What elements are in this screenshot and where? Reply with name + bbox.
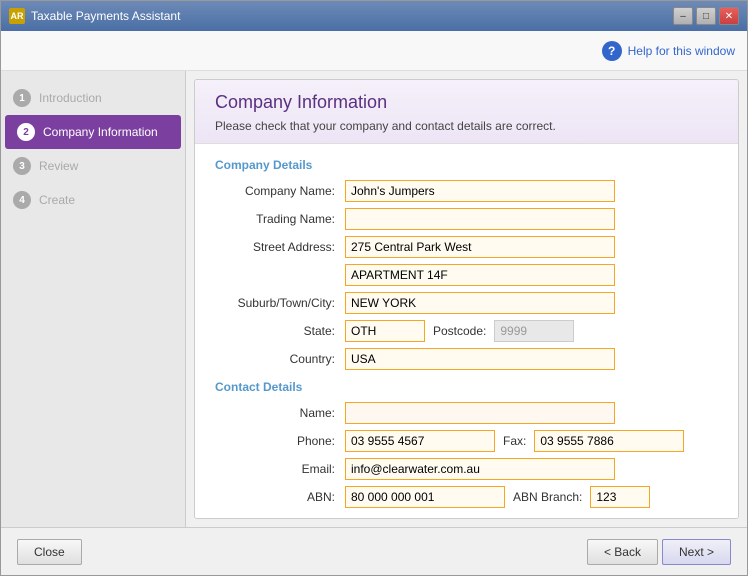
- close-button[interactable]: Close: [17, 539, 82, 565]
- suburb-label: Suburb/Town/City:: [215, 296, 345, 310]
- abn-input[interactable]: [345, 486, 505, 508]
- sidebar-item-introduction[interactable]: 1 Introduction: [1, 81, 185, 115]
- sidebar-item-company-information[interactable]: 2 Company Information: [5, 115, 181, 149]
- footer: Close < Back Next >: [1, 527, 747, 575]
- email-label: Email:: [215, 462, 345, 476]
- help-button[interactable]: ? Help for this window: [602, 41, 735, 61]
- company-name-input[interactable]: [345, 180, 615, 202]
- sidebar: 1 Introduction 2 Company Information 3 R…: [1, 71, 186, 527]
- postcode-input[interactable]: [494, 320, 574, 342]
- contact-name-row: Name:: [215, 402, 718, 424]
- trading-name-input[interactable]: [345, 208, 615, 230]
- content-header: Company Information Please check that yo…: [195, 80, 738, 144]
- content-subtitle: Please check that your company and conta…: [215, 119, 718, 133]
- state-postcode-row: State: Postcode:: [215, 320, 718, 342]
- sidebar-item-review[interactable]: 3 Review: [1, 149, 185, 183]
- street-address2-input[interactable]: [345, 264, 615, 286]
- company-section-label: Company Details: [215, 158, 718, 172]
- phone-fax-group: Fax:: [345, 430, 684, 452]
- fax-input[interactable]: [534, 430, 684, 452]
- postcode-label: Postcode:: [433, 324, 486, 338]
- phone-fax-row: Phone: Fax:: [215, 430, 718, 452]
- window-title: Taxable Payments Assistant: [31, 9, 673, 23]
- contact-name-label: Name:: [215, 406, 345, 420]
- company-name-label: Company Name:: [215, 184, 345, 198]
- abn-group: ABN Branch:: [345, 486, 650, 508]
- nav-buttons: < Back Next >: [587, 539, 731, 565]
- trading-name-row: Trading Name:: [215, 208, 718, 230]
- app-icon: AR: [9, 8, 25, 24]
- minimize-button[interactable]: –: [673, 7, 693, 25]
- titlebar: AR Taxable Payments Assistant – □ ✕: [1, 1, 747, 31]
- sidebar-label-create: Create: [39, 193, 75, 207]
- contact-name-input[interactable]: [345, 402, 615, 424]
- street-address2-row: [215, 264, 718, 286]
- form-section-company: Company Details Company Name: Trading Na…: [195, 144, 738, 519]
- next-button[interactable]: Next >: [662, 539, 731, 565]
- content-panel: Company Information Please check that yo…: [194, 79, 739, 519]
- content-title: Company Information: [215, 92, 718, 113]
- street-address-row: Street Address:: [215, 236, 718, 258]
- sidebar-label-company: Company Information: [43, 125, 158, 139]
- help-icon: ?: [602, 41, 622, 61]
- suburb-input[interactable]: [345, 292, 615, 314]
- suburb-row: Suburb/Town/City:: [215, 292, 718, 314]
- state-postcode-group: Postcode:: [345, 320, 574, 342]
- back-button[interactable]: < Back: [587, 539, 658, 565]
- email-input[interactable]: [345, 458, 615, 480]
- sidebar-item-create[interactable]: 4 Create: [1, 183, 185, 217]
- phone-label: Phone:: [215, 434, 345, 448]
- street-address-label: Street Address:: [215, 240, 345, 254]
- country-input[interactable]: [345, 348, 615, 370]
- abn-row: ABN: ABN Branch:: [215, 486, 718, 508]
- help-label: Help for this window: [628, 44, 735, 58]
- main-window: AR Taxable Payments Assistant – □ ✕ ? He…: [0, 0, 748, 576]
- sidebar-label-introduction: Introduction: [39, 91, 102, 105]
- email-row: Email:: [215, 458, 718, 480]
- step-num-4: 4: [13, 191, 31, 209]
- country-row: Country:: [215, 348, 718, 370]
- street-address-input[interactable]: [345, 236, 615, 258]
- titlebar-buttons: – □ ✕: [673, 7, 739, 25]
- company-name-row: Company Name:: [215, 180, 718, 202]
- step-num-3: 3: [13, 157, 31, 175]
- main-content: 1 Introduction 2 Company Information 3 R…: [1, 71, 747, 527]
- contact-section-label: Contact Details: [215, 380, 718, 394]
- abn-label: ABN:: [215, 490, 345, 504]
- titlebar-close-button[interactable]: ✕: [719, 7, 739, 25]
- fax-label: Fax:: [503, 434, 526, 448]
- maximize-button[interactable]: □: [696, 7, 716, 25]
- state-input[interactable]: [345, 320, 425, 342]
- phone-input[interactable]: [345, 430, 495, 452]
- abn-branch-input[interactable]: [590, 486, 650, 508]
- sidebar-label-review: Review: [39, 159, 78, 173]
- abn-branch-label: ABN Branch:: [513, 490, 582, 504]
- step-num-2: 2: [17, 123, 35, 141]
- state-label: State:: [215, 324, 345, 338]
- step-num-1: 1: [13, 89, 31, 107]
- country-label: Country:: [215, 352, 345, 366]
- trading-name-label: Trading Name:: [215, 212, 345, 226]
- help-bar: ? Help for this window: [1, 31, 747, 71]
